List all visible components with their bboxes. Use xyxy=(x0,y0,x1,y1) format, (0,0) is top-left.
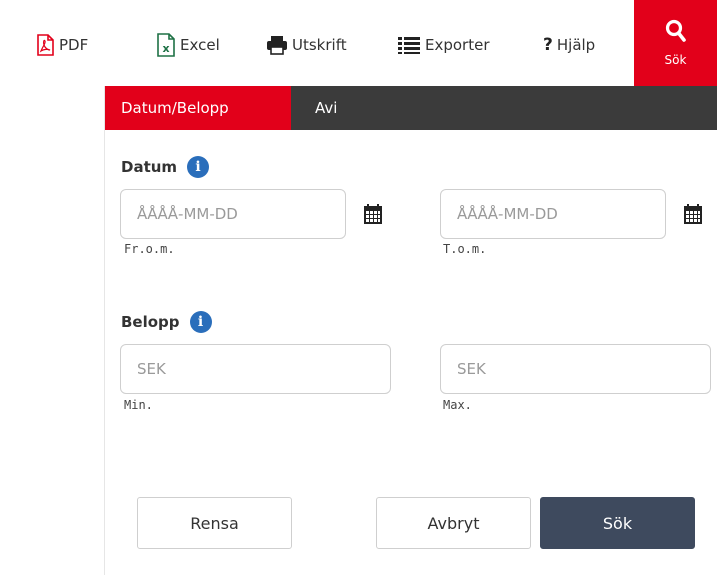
clear-button-label: Rensa xyxy=(190,513,239,533)
pdf-button[interactable]: PDF xyxy=(35,30,88,60)
amount-max-sublabel: Max. xyxy=(443,398,472,412)
datum-label: Datum i xyxy=(121,156,210,178)
tab-datum-belopp[interactable]: Datum/Belopp xyxy=(105,86,291,130)
print-label: Utskrift xyxy=(292,36,347,54)
export-button[interactable]: Exporter xyxy=(397,30,490,60)
toolbar: PDF x Excel Utskrift Exporter ? Hjälp Sö… xyxy=(0,0,717,86)
help-label: Hjälp xyxy=(556,36,596,54)
export-label: Exporter xyxy=(425,36,490,54)
printer-icon xyxy=(266,35,288,55)
calendar-icon[interactable] xyxy=(683,203,703,229)
help-button[interactable]: ? Hjälp xyxy=(543,30,595,60)
pdf-icon xyxy=(35,34,55,56)
tab-bar: Datum/Belopp Avi xyxy=(105,86,717,130)
calendar-icon[interactable] xyxy=(363,203,383,229)
panel-divider xyxy=(104,86,105,575)
list-icon xyxy=(397,35,421,55)
search-submit-button[interactable]: Sök xyxy=(540,497,695,549)
print-button[interactable]: Utskrift xyxy=(266,30,347,60)
datum-label-text: Datum xyxy=(121,158,178,176)
amount-min-sublabel: Min. xyxy=(124,398,153,412)
date-from-input[interactable] xyxy=(121,190,345,238)
amount-max-field xyxy=(440,344,711,394)
excel-icon: x xyxy=(156,33,176,57)
cancel-button[interactable]: Avbryt xyxy=(376,497,531,549)
excel-label: Excel xyxy=(180,36,220,54)
tab-label: Datum/Belopp xyxy=(121,99,229,117)
date-to-input[interactable] xyxy=(441,190,665,238)
date-to-field xyxy=(440,189,666,239)
belopp-label-text: Belopp xyxy=(121,313,180,331)
clear-button[interactable]: Rensa xyxy=(137,497,292,549)
amount-min-input[interactable] xyxy=(121,345,390,393)
date-to-sublabel: T.o.m. xyxy=(443,242,487,256)
toolbar-search-label: Sök xyxy=(664,53,687,67)
info-icon[interactable]: i xyxy=(189,311,212,333)
amount-max-input[interactable] xyxy=(441,345,710,393)
amount-min-field xyxy=(120,344,391,394)
cancel-button-label: Avbryt xyxy=(427,513,480,533)
tab-avi[interactable]: Avi xyxy=(291,86,361,130)
svg-text:x: x xyxy=(162,42,169,55)
belopp-label: Belopp i xyxy=(121,311,212,333)
date-from-sublabel: Fr.o.m. xyxy=(124,242,175,256)
question-icon: ? xyxy=(543,35,553,55)
search-submit-label: Sök xyxy=(602,513,633,533)
excel-button[interactable]: x Excel xyxy=(156,30,220,60)
toolbar-search-button[interactable]: Sök xyxy=(634,0,717,86)
search-icon xyxy=(665,19,687,47)
tab-label: Avi xyxy=(315,99,338,117)
pdf-label: PDF xyxy=(59,36,89,54)
info-icon[interactable]: i xyxy=(187,156,210,178)
date-from-field xyxy=(120,189,346,239)
